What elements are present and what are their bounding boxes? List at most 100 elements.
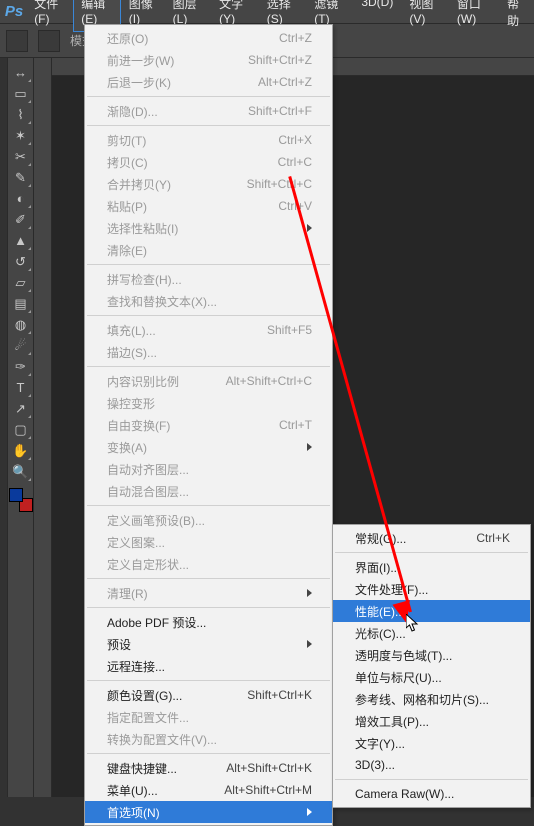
menubar-item-10[interactable]: 帮助 <box>499 0 534 32</box>
tool-healing[interactable]: ◐ <box>10 188 32 209</box>
edit-menu-item-label: 定义画笔预设(B)... <box>107 512 205 529</box>
tool-eraser[interactable]: ▱ <box>10 272 32 293</box>
tool-brush[interactable]: ✐ <box>10 209 32 230</box>
edit-menu-item-11: 清除(E) <box>85 239 332 261</box>
app-logo: Ps <box>2 1 26 23</box>
menubar-item-7[interactable]: 3D(D) <box>353 0 401 32</box>
edit-menu-item-label: 清除(E) <box>107 242 147 259</box>
tool-type[interactable]: T <box>10 377 32 398</box>
tool-preset-icon[interactable] <box>6 30 28 52</box>
edit-menu-separator-35 <box>87 680 330 681</box>
tool-pen[interactable]: ✑ <box>10 356 32 377</box>
tool-lasso[interactable]: ⌇ <box>10 104 32 125</box>
edit-menu-item-13: 拼写检查(H)... <box>85 268 332 290</box>
prefs-menu-item-label: 性能(E)... <box>355 603 405 620</box>
toolbox: ↔▭⌇✶✂✎◐✐▲↺▱▤◍☄✑T↗▢✋🔍 <box>8 58 34 797</box>
prefs-menu-item-5[interactable]: 光标(C)... <box>333 622 530 644</box>
edit-menu-item-label: 颜色设置(G)... <box>107 687 182 704</box>
prefs-menu-item-11[interactable]: 3D(3)... <box>333 754 530 776</box>
edit-menu-item-28: 定义自定形状... <box>85 553 332 575</box>
tool-zoom[interactable]: 🔍 <box>10 461 32 482</box>
prefs-menu-item-label: 光标(C)... <box>355 625 406 642</box>
tool-path-select[interactable]: ↗ <box>10 398 32 419</box>
edit-menu-item-shortcut: Ctrl+X <box>278 133 312 147</box>
edit-menu-item-label: 描边(S)... <box>107 344 157 361</box>
prefs-menu-item-7[interactable]: 单位与标尺(U)... <box>333 666 530 688</box>
prefs-menu-item-10[interactable]: 文字(Y)... <box>333 732 530 754</box>
edit-menu-item-16: 填充(L)...Shift+F5 <box>85 319 332 341</box>
edit-menu-item-17: 描边(S)... <box>85 341 332 363</box>
prefs-menu-item-13[interactable]: Camera Raw(W)... <box>333 783 530 805</box>
edit-menu-item-7: 拷贝(C)Ctrl+C <box>85 151 332 173</box>
tool-stamp[interactable]: ▲ <box>10 230 32 251</box>
edit-menu-item-36[interactable]: 颜色设置(G)... Shift+Ctrl+K <box>85 684 332 706</box>
prefs-menu-item-9[interactable]: 增效工具(P)... <box>333 710 530 732</box>
preferences-submenu: 常规(G)...Ctrl+K 界面(I)...文件处理(F)... 性能(E)...… <box>332 524 531 808</box>
edit-menu-item-9: 粘贴(P)Ctrl+V <box>85 195 332 217</box>
edit-menu-item-label: 内容识别比例 <box>107 373 179 390</box>
menubar-item-0[interactable]: 文件(F) <box>26 0 73 32</box>
edit-menu-item-label: 填充(L)... <box>107 322 156 339</box>
brush-preset-icon[interactable] <box>38 30 60 52</box>
tool-blur[interactable]: ◍ <box>10 314 32 335</box>
prefs-menu-item-4[interactable]: 性能(E)... <box>333 600 530 622</box>
edit-menu-item-34[interactable]: 远程连接... <box>85 655 332 677</box>
edit-menu-separator-18 <box>87 366 330 367</box>
tool-crop[interactable]: ✂ <box>10 146 32 167</box>
edit-menu-item-label: 指定配置文件... <box>107 709 189 726</box>
tool-eyedropper[interactable]: ✎ <box>10 167 32 188</box>
tool-move[interactable]: ↔ <box>10 62 32 83</box>
edit-menu-item-label: 预设 <box>107 636 131 653</box>
edit-menu-item-2: 后退一步(K)Alt+Ctrl+Z <box>85 71 332 93</box>
color-swatches[interactable] <box>9 488 33 512</box>
edit-menu-item-label: 渐隐(D)... <box>107 103 158 120</box>
edit-menu-item-40[interactable]: 键盘快捷键...Alt+Shift+Ctrl+K <box>85 757 332 779</box>
edit-menu-item-label: 拼写检查(H)... <box>107 271 182 288</box>
edit-menu-separator-5 <box>87 125 330 126</box>
edit-menu-item-label: 选择性粘贴(I) <box>107 220 178 237</box>
prefs-menu-item-3[interactable]: 文件处理(F)... <box>333 578 530 600</box>
edit-menu-item-33[interactable]: 预设 <box>85 633 332 655</box>
prefs-menu-item-label: 透明度与色域(T)... <box>355 647 452 664</box>
edit-menu-item-41[interactable]: 菜单(U)...Alt+Shift+Ctrl+M <box>85 779 332 801</box>
edit-menu-item-10: 选择性粘贴(I) <box>85 217 332 239</box>
edit-menu-item-shortcut: Shift+Ctrl+F <box>248 104 312 118</box>
prefs-menu-item-shortcut: Ctrl+K <box>476 531 510 545</box>
edit-menu-item-label: 还原(O) <box>107 30 148 47</box>
edit-menu-item-14: 查找和替换文本(X)... <box>85 290 332 312</box>
prefs-menu-item-2[interactable]: 界面(I)... <box>333 556 530 578</box>
menubar-item-9[interactable]: 窗口(W) <box>449 0 499 32</box>
edit-menu-item-shortcut: Alt+Shift+Ctrl+K <box>226 761 312 775</box>
prefs-menu-item-6[interactable]: 透明度与色域(T)... <box>333 644 530 666</box>
edit-menu-item-label: 变换(A) <box>107 439 147 456</box>
prefs-menu-item-8[interactable]: 参考线、网格和切片(S)... <box>333 688 530 710</box>
tool-rectangle[interactable]: ▢ <box>10 419 32 440</box>
edit-menu-item-label: 定义自定形状... <box>107 556 189 573</box>
edit-menu-item-42[interactable]: 首选项(N) <box>85 801 332 823</box>
edit-menu-item-label: 拷贝(C) <box>107 154 148 171</box>
tool-gradient[interactable]: ▤ <box>10 293 32 314</box>
edit-menu-item-label: 清理(R) <box>107 585 148 602</box>
prefs-menu-separator-12 <box>335 779 528 780</box>
chevron-right-icon <box>307 808 312 816</box>
edit-menu-item-shortcut: Shift+Ctrl+K <box>247 688 312 702</box>
edit-menu-item-38: 转换为配置文件(V)... <box>85 728 332 750</box>
menubar-item-8[interactable]: 视图(V) <box>401 0 449 32</box>
edit-menu-item-32[interactable]: Adobe PDF 预设... <box>85 611 332 633</box>
edit-menu-item-label: 查找和替换文本(X)... <box>107 293 217 310</box>
fg-color-swatch[interactable] <box>9 488 23 502</box>
tool-quick-select[interactable]: ✶ <box>10 125 32 146</box>
edit-menu-item-shortcut: Shift+Ctrl+C <box>247 177 312 191</box>
edit-menu-item-shortcut: Ctrl+Z <box>279 31 312 45</box>
tool-marquee[interactable]: ▭ <box>10 83 32 104</box>
edit-menu-item-label: 转换为配置文件(V)... <box>107 731 217 748</box>
chevron-right-icon <box>307 640 312 648</box>
edit-menu-item-21: 自由变换(F)Ctrl+T <box>85 414 332 436</box>
tool-hand[interactable]: ✋ <box>10 440 32 461</box>
tool-dodge[interactable]: ☄ <box>10 335 32 356</box>
edit-menu-item-shortcut: Alt+Shift+Ctrl+M <box>224 783 312 797</box>
tool-history-brush[interactable]: ↺ <box>10 251 32 272</box>
edit-menu-item-20: 操控变形 <box>85 392 332 414</box>
prefs-menu-item-0[interactable]: 常规(G)...Ctrl+K <box>333 527 530 549</box>
edit-menu-separator-29 <box>87 578 330 579</box>
